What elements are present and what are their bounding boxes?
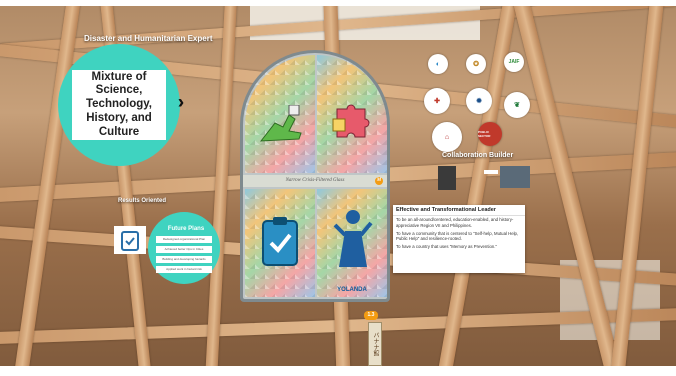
step-tag[interactable]: 1.3 <box>364 311 378 320</box>
future-plans-title: Future Plans <box>167 226 205 232</box>
pane-bottom-left[interactable] <box>245 189 315 297</box>
jica-icon[interactable]: JAIF <box>504 52 524 72</box>
main-topic-circle[interactable]: Mixture of Science, Technology, History,… <box>58 44 180 166</box>
puzzle-piece-icon <box>332 104 370 138</box>
presentation-canvas: Disaster and Humanitarian Expert Mixture… <box>0 0 676 376</box>
collaboration-builder-heading[interactable]: Collaboration Builder <box>442 152 513 159</box>
future-plans-item: Achieved better Ops in Cities <box>156 246 212 253</box>
droplet-seal-icon[interactable]: ◐ <box>428 54 448 74</box>
dash-icon <box>484 170 498 174</box>
robot-hand-icon <box>259 105 302 142</box>
future-plans-item: Redesigned organizational Plan <box>156 236 212 243</box>
frame-bottom <box>0 366 676 376</box>
clipboard-card[interactable] <box>114 226 146 254</box>
red-badge-icon[interactable]: PUBLIC SECTOR <box>478 122 502 146</box>
disaster-expert-heading[interactable]: Disaster and Humanitarian Expert <box>84 34 212 43</box>
future-plans-item: Building and developing hazards <box>156 256 212 263</box>
leadership-line: To have a community that is centered to … <box>396 230 519 242</box>
clipboard-check-icon <box>262 217 298 266</box>
m-badge-icon[interactable]: M <box>375 177 383 185</box>
photo-thumbnail[interactable] <box>500 166 530 188</box>
leaf-seal-icon[interactable]: ❦ <box>504 92 530 118</box>
building-seal-icon[interactable]: ⌂ <box>432 122 462 152</box>
leadership-line: To be an all-around/centered, education-… <box>396 217 514 228</box>
leadership-title: Effective and Transformational Leader <box>393 205 525 216</box>
pane-top-right[interactable] <box>317 55 387 173</box>
frame-top <box>0 0 676 6</box>
clipboard-icon <box>121 231 139 251</box>
main-topic-text: Mixture of Science, Technology, History,… <box>72 70 166 140</box>
stained-glass-window[interactable]: Narrow Crisis-Filtered Glass M YOLANDA <box>240 50 390 302</box>
yolanda-label: YOLANDA <box>337 287 367 293</box>
wooden-sign: バナナ館 <box>368 322 382 366</box>
leadership-card[interactable]: Effective and Transformational Leader To… <box>393 205 525 273</box>
leadership-line: To have a country that uses "Memory as P… <box>396 244 497 250</box>
ocd-seal-icon[interactable]: ✹ <box>466 88 492 114</box>
typhoon-figure-icon <box>333 210 373 267</box>
seal-icon[interactable]: ✪ <box>466 54 486 74</box>
pane-top-left[interactable] <box>245 55 315 173</box>
window-caption: Narrow Crisis-Filtered Glass M <box>243 175 387 187</box>
hands-seal-icon[interactable]: ✚ <box>424 88 450 114</box>
photo-thumbnail[interactable] <box>438 166 456 190</box>
pane-bottom-right[interactable]: YOLANDA <box>317 189 387 297</box>
future-plans-item: Applied work in hazard risk <box>156 266 212 273</box>
results-oriented-heading[interactable]: Results Oriented <box>118 198 166 204</box>
